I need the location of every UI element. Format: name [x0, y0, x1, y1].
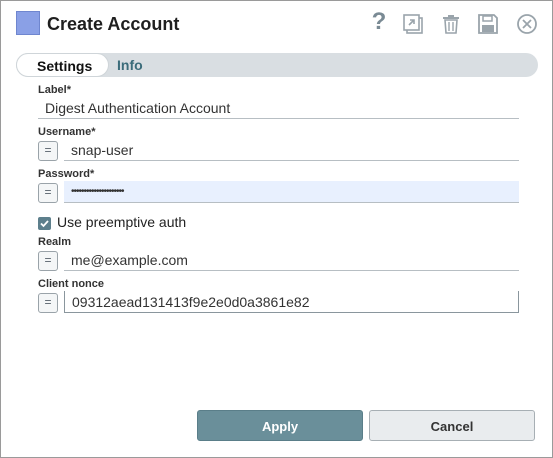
client-nonce-expression-button[interactable]: =	[38, 293, 58, 313]
cancel-button[interactable]: Cancel	[369, 410, 535, 441]
save-icon[interactable]	[475, 11, 501, 37]
password-input[interactable]: •••••••••••••••••••••	[64, 181, 519, 203]
realm-field-label: Realm	[38, 236, 72, 248]
realm-expression-button[interactable]: =	[38, 251, 58, 271]
preemptive-auth-label: Use preemptive auth	[57, 214, 187, 230]
client-nonce-field-label: Client nonce	[38, 278, 105, 290]
username-expression-button[interactable]: =	[38, 141, 58, 161]
account-type-icon	[16, 11, 40, 35]
close-icon[interactable]	[514, 11, 540, 37]
tab-bar: Settings Info	[16, 53, 538, 77]
dialog-header: Create Account ?	[1, 1, 552, 47]
username-input[interactable]: snap-user	[64, 139, 519, 161]
apply-button[interactable]: Apply	[197, 410, 363, 441]
dialog-title: Create Account	[47, 14, 180, 34]
label-field-label: Label*	[38, 84, 72, 96]
create-account-dialog: Create Account ? Settings Info Label* Di…	[0, 0, 553, 458]
username-field-label: Username*	[38, 126, 96, 138]
label-input[interactable]: Digest Authentication Account	[38, 97, 519, 119]
export-icon[interactable]	[400, 11, 426, 37]
checkbox-checked-icon	[40, 220, 49, 228]
client-nonce-input[interactable]: 09312aead131413f9e2e0d0a3861e82	[64, 291, 519, 313]
realm-input[interactable]: me@example.com	[64, 249, 519, 271]
tab-info[interactable]: Info	[117, 53, 143, 77]
password-expression-button[interactable]: =	[38, 183, 58, 203]
preemptive-auth-checkbox[interactable]	[38, 217, 51, 230]
trash-icon[interactable]	[438, 11, 464, 37]
password-field-label: Password*	[38, 168, 95, 180]
help-icon[interactable]: ?	[366, 8, 392, 35]
tab-settings[interactable]: Settings	[16, 53, 110, 77]
